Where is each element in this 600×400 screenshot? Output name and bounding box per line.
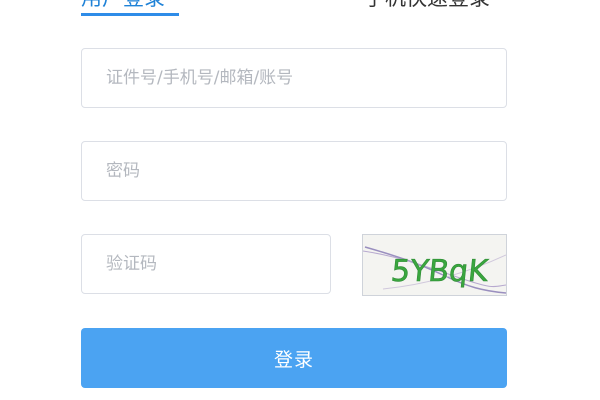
login-panel: 用户登录 手机快速登录 5YBqK 登录 [0, 0, 600, 400]
captcha-field[interactable] [81, 234, 331, 294]
captcha-input[interactable] [82, 235, 330, 293]
account-field[interactable] [81, 48, 507, 108]
captcha-text: 5YBqK [389, 254, 491, 289]
login-button[interactable]: 登录 [81, 328, 507, 388]
active-tab-underline [81, 13, 179, 16]
tab-phone-login[interactable]: 手机快速登录 [364, 0, 490, 10]
account-input[interactable] [82, 49, 506, 107]
captcha-image[interactable]: 5YBqK [362, 234, 507, 296]
password-input[interactable] [82, 142, 506, 200]
password-field[interactable] [81, 141, 507, 201]
tab-account-login[interactable]: 用户登录 [81, 0, 165, 10]
captcha-graphic: 5YBqK [363, 235, 506, 295]
